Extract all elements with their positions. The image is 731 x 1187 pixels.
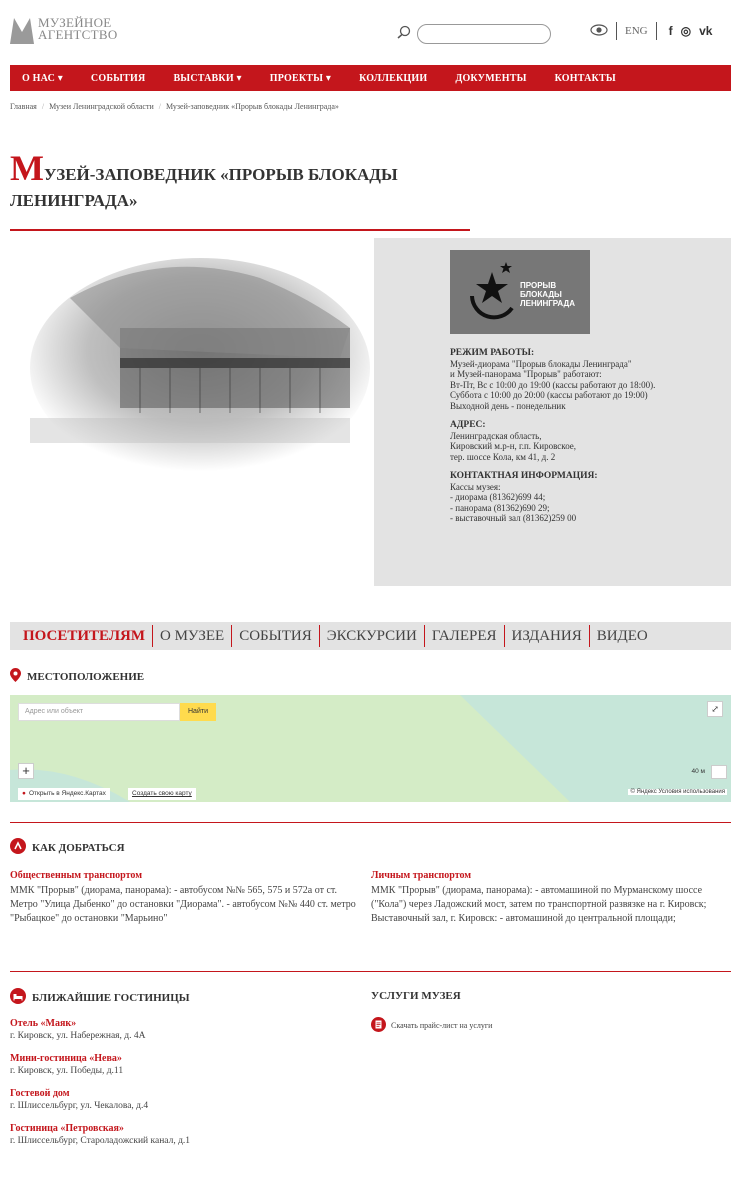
public-transport-title: Общественным транспортом	[10, 870, 143, 881]
bed-icon	[10, 988, 26, 1007]
hotel-address: г. Шлиссельбург, Староладожский канал, д…	[10, 1136, 191, 1146]
nav-item-documents[interactable]: ДОКУМЕНТЫ	[455, 73, 526, 84]
route-icon	[10, 838, 26, 857]
services-title: УСЛУГИ МУЗЕЯ	[371, 990, 461, 1002]
map-search-input[interactable]: Адрес или объект	[18, 703, 180, 721]
museum-building-image	[10, 238, 374, 586]
address-title: АДРЕС:	[450, 420, 486, 430]
hotels-list: Отель «Маяк» г. Кировск, ул. Набережная,…	[10, 1018, 350, 1158]
map-open-yandex-link[interactable]: ● Открыть в Яндекс.Картах	[18, 788, 110, 800]
breadcrumb-museums[interactable]: Музеи Ленинградской области	[49, 102, 154, 111]
section-divider	[10, 971, 731, 972]
nav-item-collections[interactable]: КОЛЛЕКЦИИ	[359, 73, 427, 84]
tab-visitors[interactable]: ПОСЕТИТЕЛЯМ	[16, 625, 154, 647]
logo-text-line2: АГЕНТСТВО	[38, 27, 118, 42]
museum-logo-line2: БЛОКАДЫ	[520, 290, 562, 299]
museum-logo: ПРОРЫВ БЛОКАДЫ ЛЕНИНГРАДА	[450, 250, 590, 334]
site-logo[interactable]: МУЗЕЙНОЕ АГЕНТСТВО	[10, 14, 118, 44]
pdf-icon	[371, 1017, 386, 1034]
museum-info-panel: ПРОРЫВ БЛОКАДЫ ЛЕНИНГРАДА РЕЖИМ РАБОТЫ: …	[374, 238, 731, 586]
price-list-label: Скачать прайс-лист на услуги	[391, 1021, 493, 1030]
logo-mark-icon	[10, 14, 34, 44]
contact-text: Кассы музея: - диорама (81362)699 44; - …	[450, 481, 577, 524]
search-input[interactable]	[417, 24, 551, 44]
location-title: МЕСТОПОЛОЖЕНИЕ	[27, 670, 145, 683]
page-title: МУЗЕЙ-ЗАПОВЕДНИК «ПРОРЫВ БЛОКАДЫ ЛЕНИНГР…	[10, 150, 470, 214]
breadcrumb-current: Музей-заповедник «Прорыв блокады Ленингр…	[165, 102, 339, 111]
museum-logo-line1: ПРОРЫВ	[520, 281, 556, 290]
page-title-capital: М	[10, 148, 44, 188]
map-search-button[interactable]: Найти	[180, 703, 216, 721]
accessibility-eye-icon[interactable]	[590, 23, 608, 39]
map-create-link[interactable]: Создать свою карту	[128, 788, 196, 800]
facebook-icon[interactable]: f	[669, 24, 673, 38]
private-transport-title: Личным транспортом	[371, 870, 472, 881]
museum-logo-line3: ЛЕНИНГРАДА	[520, 299, 575, 308]
museum-tabs: ПОСЕТИТЕЛЯМ О МУЗЕЕ СОБЫТИЯ ЭКСКУРСИИ ГА…	[10, 622, 731, 650]
hotel-name[interactable]: Гостевой дом	[10, 1088, 350, 1099]
map-copyright[interactable]: © Яндекс Условия использования	[628, 789, 727, 795]
map-zoom-in-button[interactable]: +	[18, 763, 34, 779]
map-scale: 40 м	[691, 768, 705, 775]
hotel-address: г. Шлиссельбург, ул. Чекалова, д.4	[10, 1101, 149, 1111]
lang-switch-link[interactable]: ENG	[625, 25, 648, 37]
search-icon[interactable]	[397, 25, 411, 44]
page-title-text: УЗЕЙ-ЗАПОВЕДНИК «ПРОРЫВ БЛОКАДЫ ЛЕНИНГРА…	[10, 165, 398, 210]
nav-item-projects[interactable]: ПРОЕКТЫ ▾	[270, 73, 331, 84]
breadcrumb: Главная / Музеи Ленинградской области / Музе…	[10, 102, 339, 111]
contact-title: КОНТАКТНАЯ ИНФОРМАЦИЯ:	[450, 471, 598, 481]
header-search	[397, 24, 551, 44]
price-list-download-link[interactable]: Скачать прайс-лист на услуги	[371, 1017, 492, 1034]
map-widget[interactable]: Адрес или объект Найти ⤢ + ● Открыть в Я…	[10, 695, 731, 802]
hotel-name[interactable]: Отель «Маяк»	[10, 1018, 350, 1029]
map-open-label: Открыть в Яндекс.Картах	[28, 790, 106, 797]
nav-item-about[interactable]: О НАС ▾	[22, 73, 63, 84]
nav-item-exhibitions[interactable]: ВЫСТАВКИ ▾	[173, 73, 241, 84]
tab-events[interactable]: СОБЫТИЯ	[232, 625, 320, 647]
location-heading: МЕСТОПОЛОЖЕНИЕ	[10, 668, 144, 685]
hotel-address: г. Кировск, ул. Набережная, д. 4А	[10, 1031, 146, 1041]
vk-icon[interactable]: vk	[699, 24, 712, 38]
hotel-name[interactable]: Гостиница «Петровская»	[10, 1123, 350, 1134]
services-heading: УСЛУГИ МУЗЕЯ	[371, 990, 461, 1002]
divider	[655, 22, 657, 40]
breadcrumb-home[interactable]: Главная	[10, 102, 37, 111]
map-pin-icon	[10, 668, 21, 685]
private-transport-text: ММК "Прорыв" (диорама, панорама): - авто…	[371, 885, 707, 924]
nav-item-events[interactable]: СОБЫТИЯ	[91, 73, 146, 84]
nav-item-contacts[interactable]: КОНТАКТЫ	[555, 73, 616, 84]
divider	[616, 22, 617, 40]
museum-info-text: РЕЖИМ РАБОТЫ: Музей-диорама "Прорыв блок…	[450, 348, 725, 533]
tab-gallery[interactable]: ГАЛЕРЕЯ	[425, 625, 505, 647]
hours-text: Музей-диорама "Прорыв блокады Ленинграда…	[450, 358, 656, 411]
section-divider	[10, 822, 731, 823]
map-ruler-icon[interactable]	[711, 765, 727, 779]
map-pin-icon: ●	[22, 790, 26, 797]
hours-title: РЕЖИМ РАБОТЫ:	[450, 348, 535, 358]
address-text: Ленинградская область, Кировский м.р-н, …	[450, 430, 577, 462]
hotels-heading: БЛИЖАЙШИЕ ГОСТИНИЦЫ	[10, 988, 190, 1007]
directions-heading: КАК ДОБРАТЬСЯ	[10, 838, 125, 857]
main-nav: О НАС ▾ СОБЫТИЯ ВЫСТАВКИ ▾ ПРОЕКТЫ ▾ КОЛ…	[10, 65, 731, 91]
public-transport-text: ММК "Прорыв" (диорама, панорама): - авто…	[10, 885, 356, 924]
tab-publications[interactable]: ИЗДАНИЯ	[505, 625, 590, 647]
tab-video[interactable]: ВИДЕО	[590, 625, 655, 647]
tab-excursions[interactable]: ЭКСКУРСИИ	[320, 625, 425, 647]
hotel-name[interactable]: Мини-гостиница «Нева»	[10, 1053, 350, 1064]
directions-title: КАК ДОБРАТЬСЯ	[32, 841, 125, 854]
hotels-title: БЛИЖАЙШИЕ ГОСТИНИЦЫ	[32, 991, 190, 1004]
hotel-address: г. Кировск, ул. Победы, д.11	[10, 1066, 124, 1076]
header-tools: ENG f ◎ vk	[590, 22, 716, 40]
title-underline	[10, 229, 470, 231]
tab-about[interactable]: О МУЗЕЕ	[153, 625, 233, 647]
map-fullscreen-icon[interactable]: ⤢	[707, 701, 723, 717]
instagram-icon[interactable]: ◎	[681, 24, 691, 38]
